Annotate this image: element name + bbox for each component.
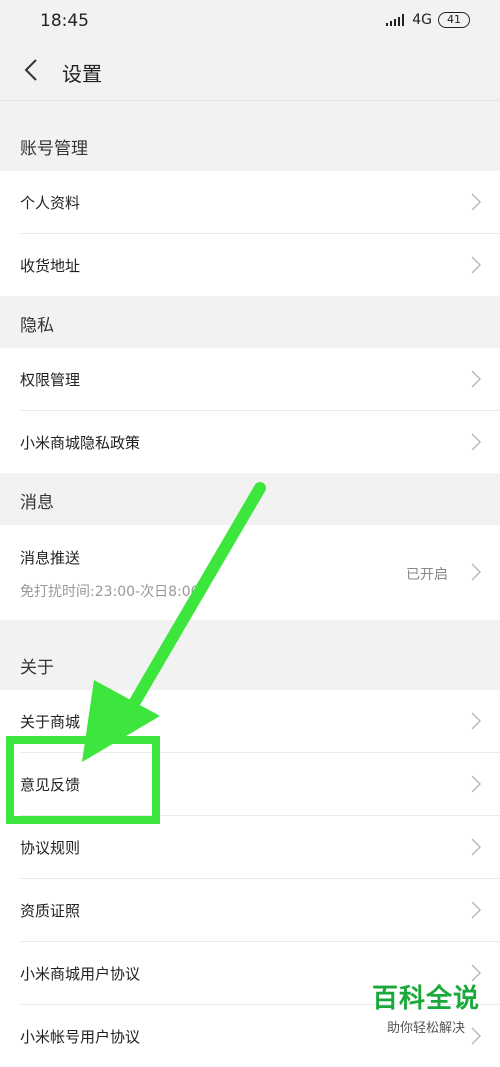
chevron-right-icon — [471, 370, 482, 388]
status-icons: 4G 41 — [386, 12, 470, 28]
chevron-right-icon — [471, 838, 482, 856]
row-label: 收货地址 — [20, 257, 81, 275]
row-address[interactable]: 收货地址 — [20, 234, 500, 296]
chevron-right-icon — [471, 256, 482, 274]
row-label: 小米商城用户协议 — [20, 965, 141, 983]
back-arrow-icon[interactable] — [18, 56, 46, 84]
row-label: 小米帐号用户协议 — [20, 1028, 141, 1046]
section-header-about: 关于 — [0, 620, 500, 690]
row-label: 小米商城隐私政策 — [20, 434, 141, 452]
row-qualifications[interactable]: 资质证照 — [20, 879, 500, 942]
row-sublabel: 免打扰时间:23:00-次日8:00 — [20, 584, 200, 600]
row-privacy-policy[interactable]: 小米商城隐私政策 — [20, 411, 500, 473]
row-feedback[interactable]: 意见反馈 — [20, 753, 500, 816]
row-label: 协议规则 — [20, 839, 81, 857]
status-time: 18:45 — [40, 11, 89, 31]
section-header-privacy: 隐私 — [0, 296, 500, 348]
title-bar: 设置 — [0, 40, 500, 101]
watermark-slogan: 助你轻松解决 — [387, 1021, 466, 1036]
section-header-messages: 消息 — [0, 473, 500, 525]
page-title: 设置 — [62, 62, 102, 86]
signal-icon — [386, 14, 406, 26]
section-account: 个人资料 收货地址 — [0, 171, 500, 296]
section-privacy: 权限管理 小米商城隐私政策 — [0, 348, 500, 473]
chevron-right-icon — [471, 193, 482, 211]
row-label: 权限管理 — [20, 371, 81, 389]
chevron-right-icon — [471, 712, 482, 730]
row-label: 关于商城 — [20, 713, 81, 731]
section-messages: 消息推送 免打扰时间:23:00-次日8:00 已开启 — [0, 525, 500, 620]
chevron-right-icon — [471, 563, 482, 581]
row-push-notifications[interactable]: 消息推送 免打扰时间:23:00-次日8:00 已开启 — [20, 525, 500, 620]
row-permissions[interactable]: 权限管理 — [20, 348, 500, 411]
watermark-brand: 百科全说 — [372, 984, 481, 1014]
chevron-right-icon — [471, 775, 482, 793]
status-bar: 18:45 4G 41 — [0, 0, 500, 40]
watermark: 百科全说 助你轻松解决 — [372, 978, 480, 1036]
settings-list: 账号管理 个人资料 收货地址 隐私 权限管理 小米商城隐私政策 消息 消息推送 … — [0, 101, 500, 1067]
chevron-right-icon — [471, 901, 482, 919]
battery-icon: 41 — [438, 12, 470, 28]
row-label: 消息推送 — [20, 549, 81, 567]
row-label: 个人资料 — [20, 194, 81, 212]
row-label: 意见反馈 — [20, 776, 81, 794]
network-type: 4G — [412, 12, 432, 28]
row-agreement-rules[interactable]: 协议规则 — [20, 816, 500, 879]
row-label: 资质证照 — [20, 902, 81, 920]
section-header-account: 账号管理 — [0, 101, 500, 171]
row-value: 已开启 — [406, 567, 448, 583]
chevron-right-icon — [471, 433, 482, 451]
row-about-store[interactable]: 关于商城 — [20, 690, 500, 753]
row-profile[interactable]: 个人资料 — [20, 171, 500, 234]
